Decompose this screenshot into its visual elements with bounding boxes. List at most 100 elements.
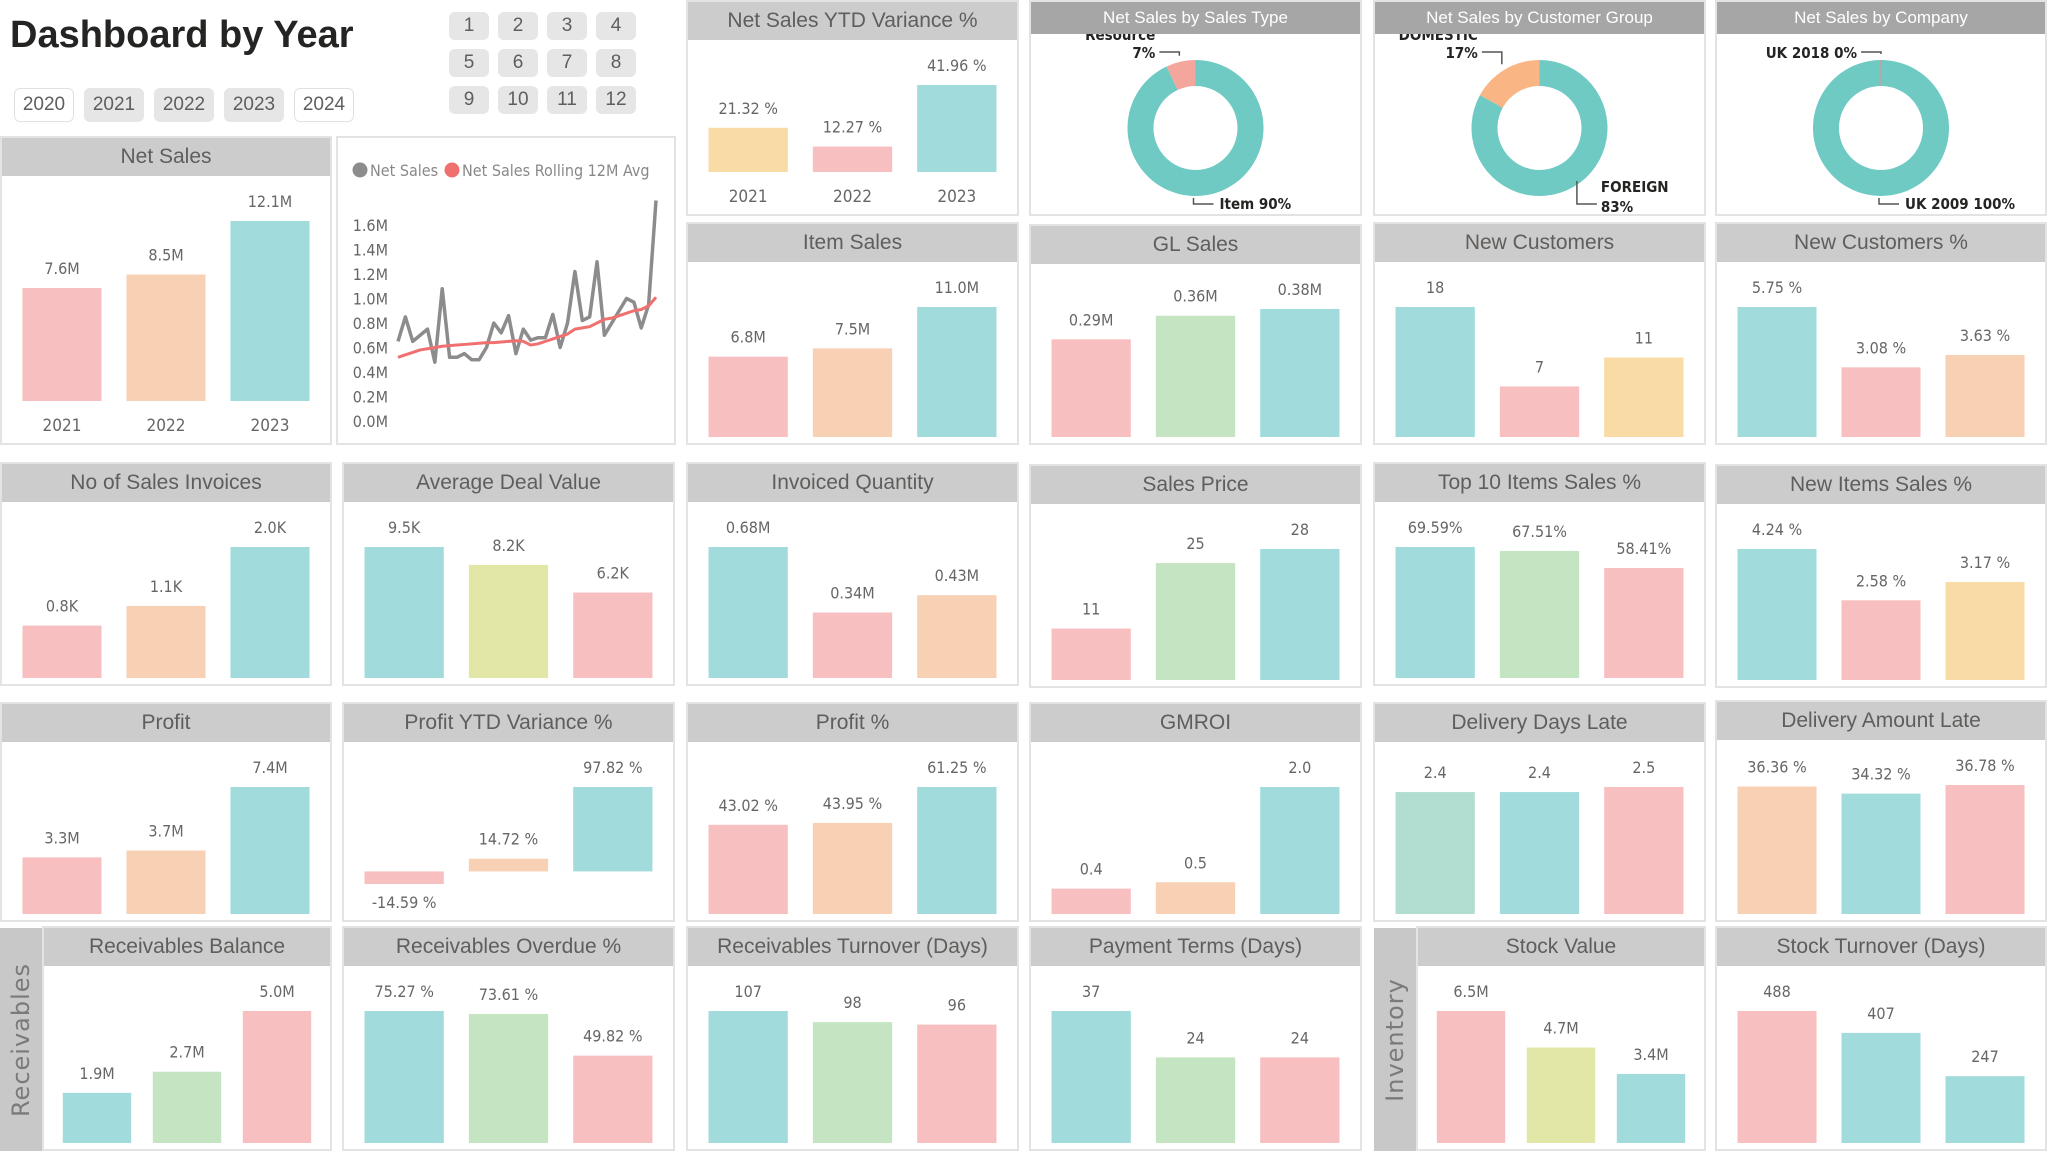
month-button-12[interactable]: 12 [596,86,636,114]
bar-2022[interactable] [1499,550,1580,678]
bar-2022[interactable] [1841,367,1921,437]
year-button-2024[interactable]: 2024 [294,88,354,122]
bar-2023[interactable] [917,85,997,172]
card-profit-ytd-var[interactable]: Profit YTD Variance % -14.59 % 14.72 % 97.8… [342,702,675,922]
bar-2022[interactable] [1155,563,1236,680]
pie-slice-item[interactable] [1127,60,1264,196]
card-no-sales-invoices[interactable]: No of Sales Invoices 0.8K 1.1K 2.0K [0,462,332,686]
bar-2021[interactable] [1395,307,1475,437]
year-button-2020[interactable]: 2020 [14,88,74,122]
bar-2023[interactable] [1945,785,2025,914]
bar-2021[interactable] [1051,888,1131,914]
month-button-4[interactable]: 4 [596,12,636,40]
bar-2021[interactable] [1737,1011,1817,1143]
bar-2022[interactable] [1499,792,1580,914]
bar-2023[interactable] [573,592,653,678]
bar-2023[interactable] [1604,357,1684,437]
month-button-8[interactable]: 8 [596,49,636,77]
bar-2022[interactable] [126,605,206,678]
series-line-net-sales[interactable] [396,200,658,364]
card-new-customers[interactable]: New Customers 18 7 11 [1373,222,1706,445]
bar-2023[interactable] [1945,1076,2025,1143]
bar-2022[interactable] [1526,1047,1596,1143]
card-delivery-days-late[interactable]: Delivery Days Late 2.4 2.4 2.5 [1373,702,1706,922]
bar-2021[interactable] [1051,339,1131,437]
bar-2023[interactable] [1945,354,2025,437]
card-net-sales[interactable]: Net Sales 7.6M 2021 8.5M 2022 12.1M 2023 [0,136,332,445]
month-button-3[interactable]: 3 [547,12,587,40]
bar-2022[interactable] [1841,600,1921,680]
month-button-6[interactable]: 6 [498,49,538,77]
bar-2022[interactable] [812,822,893,914]
bar-2023[interactable] [917,787,997,914]
bar-2021[interactable] [708,824,788,914]
bar-2022[interactable] [468,858,549,872]
card-profit[interactable]: Profit 3.3M 3.7M 7.4M [0,702,332,922]
card-avg-deal-value[interactable]: Average Deal Value 9.5K 8.2K 6.2K [342,462,675,686]
year-button-2021[interactable]: 2021 [84,88,144,122]
bar-2023[interactable] [230,221,310,401]
bar-2023[interactable] [1260,1057,1340,1143]
bar-2023[interactable] [917,1024,997,1143]
card-stock-turnover[interactable]: Stock Turnover (Days) 488 407 247 [1715,926,2047,1151]
bar-2023[interactable] [917,307,997,437]
month-button-2[interactable]: 2 [498,12,538,40]
bar-2021[interactable] [1737,307,1817,437]
bar-2021[interactable] [1395,547,1475,678]
bar-2022[interactable] [812,1022,893,1143]
card-net-sales-by-group[interactable]: Net Sales by Customer Group DOMESTIC 17% FO… [1373,0,1706,216]
month-button-10[interactable]: 10 [498,86,538,114]
bar-2022[interactable] [1155,882,1236,914]
card-new-customers-pct[interactable]: New Customers % 5.75 % 3.08 % 3.63 % [1715,222,2047,445]
month-button-11[interactable]: 11 [547,86,587,114]
bar-2021[interactable] [1436,1011,1506,1143]
bar-2022[interactable] [468,564,549,678]
card-profit-pct[interactable]: Profit % 43.02 % 43.95 % 61.25 % [686,702,1019,922]
bar-2023[interactable] [230,787,310,914]
bar-2021[interactable] [708,356,788,437]
bar-2023[interactable] [917,595,997,678]
bar-2023[interactable] [1604,568,1684,678]
bar-2023[interactable] [1616,1073,1686,1143]
bar-2021[interactable] [22,857,102,914]
legend-label[interactable]: Net Sales Rolling 12M Avg [462,161,650,180]
card-item-sales[interactable]: Item Sales 6.8M 7.5M 11.0M [686,222,1019,445]
card-invoiced-qty[interactable]: Invoiced Quantity 0.68M 0.34M 0.43M [686,462,1019,686]
card-net-sales-line[interactable]: Net Sales Net Sales Rolling 12M Avg 0.0M 0.… [336,136,676,445]
bar-2021[interactable] [364,547,444,678]
bar-2021[interactable] [1051,628,1131,680]
card-top10-items-pct[interactable]: Top 10 Items Sales % 69.59% 67.51% 58.41% [1373,462,1706,686]
bar-2021[interactable] [22,625,102,678]
bar-2022[interactable] [1841,1032,1921,1143]
bar-2023[interactable] [1260,309,1340,437]
legend-label[interactable]: Net Sales [370,161,438,180]
bar-2022[interactable] [1155,1057,1236,1143]
bar-2022[interactable] [468,1013,549,1143]
card-net-sales-by-company[interactable]: Net Sales by Company UK 2018 0% UK 2009 10… [1715,0,2047,216]
bar-2021[interactable] [1395,792,1475,914]
month-button-1[interactable]: 1 [449,12,489,40]
card-sales-price[interactable]: Sales Price 11 25 28 [1029,464,1362,688]
year-button-2022[interactable]: 2022 [154,88,214,122]
bar-2022[interactable] [1499,386,1580,437]
bar-2023[interactable] [230,547,310,678]
card-net-sales-ytd-var[interactable]: Net Sales YTD Variance % 21.32 % 2021 12.27… [686,0,1019,216]
bar-2021[interactable] [364,1011,444,1143]
card-new-items-pct[interactable]: New Items Sales % 4.24 % 2.58 % 3.17 % [1715,464,2047,688]
bar-2022[interactable] [812,146,893,172]
bar-2023[interactable] [1260,787,1340,914]
bar-2023[interactable] [1604,787,1684,914]
card-gl-sales[interactable]: GL Sales 0.29M 0.36M 0.38M [1029,224,1362,445]
year-button-2023[interactable]: 2023 [224,88,284,122]
bar-2023[interactable] [573,787,653,872]
bar-2022[interactable] [812,348,893,437]
card-stock-value[interactable]: Stock Value 6.5M 4.7M 3.4M [1416,926,1706,1151]
card-receivables-balance[interactable]: Receivables Balance 1.9M 2.7M 5.0M [42,926,332,1151]
card-receivables-turnover[interactable]: Receivables Turnover (Days) 107 98 96 [686,926,1019,1151]
bar-2021[interactable] [708,547,788,678]
bar-2022[interactable] [126,850,206,915]
bar-2022[interactable] [1841,793,1921,914]
bar-2021[interactable] [1737,786,1817,914]
bar-2021[interactable] [62,1092,132,1143]
bar-2021[interactable] [22,287,102,401]
